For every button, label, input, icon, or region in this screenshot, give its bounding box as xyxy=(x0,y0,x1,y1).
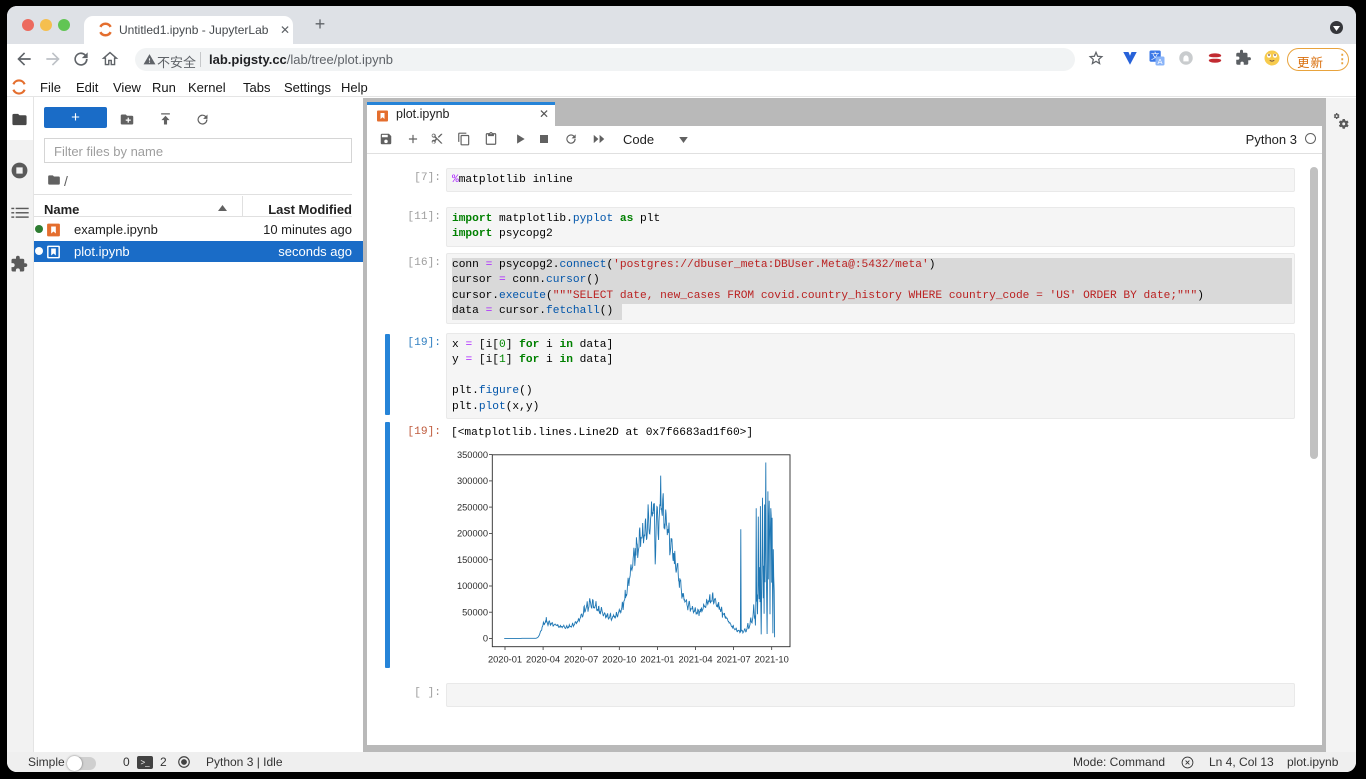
svg-text:0: 0 xyxy=(483,634,488,644)
svg-text:2020-01: 2020-01 xyxy=(488,655,522,665)
svg-text:100000: 100000 xyxy=(457,581,488,591)
svg-text:150000: 150000 xyxy=(457,555,488,565)
svg-text:2021-10: 2021-10 xyxy=(755,655,789,665)
svg-text:A: A xyxy=(1157,57,1162,66)
svg-text:2020-04: 2020-04 xyxy=(526,655,560,665)
svg-text:250000: 250000 xyxy=(457,502,488,512)
svg-text:2020-07: 2020-07 xyxy=(564,655,598,665)
svg-text:2021-04: 2021-04 xyxy=(678,655,712,665)
svg-text:50000: 50000 xyxy=(462,607,488,617)
svg-text:2020-10: 2020-10 xyxy=(602,655,636,665)
svg-text:2021-01: 2021-01 xyxy=(640,655,674,665)
svg-text:350000: 350000 xyxy=(457,450,488,460)
svg-text:2021-07: 2021-07 xyxy=(717,655,751,665)
svg-text:200000: 200000 xyxy=(457,529,488,539)
svg-text:300000: 300000 xyxy=(457,476,488,486)
